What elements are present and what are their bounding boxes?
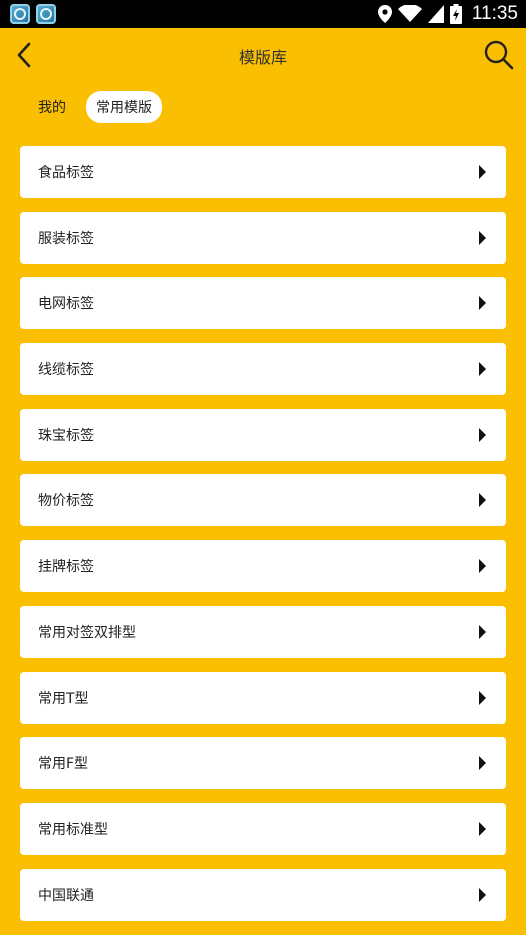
search-button[interactable] [482,38,516,72]
arrow-right-icon [479,362,486,377]
app-notification-icon [36,4,56,24]
list-item-power-grid-label[interactable]: 电网标签 [20,277,506,330]
list-item-label: 服装标签 [38,230,94,247]
list-item-label: 挂牌标签 [38,559,94,576]
list-item-f-type[interactable]: 常用F型 [20,737,506,790]
location-icon [377,5,392,23]
list-item-label: 常用T型 [38,690,89,707]
arrow-right-icon [479,821,486,836]
list-item-clothing-label[interactable]: 服装标签 [20,211,506,264]
status-bar: 11:35 [0,0,526,28]
tab-mine[interactable]: 我的 [28,91,76,123]
list-item-label: 珠宝标签 [38,427,94,444]
list-item-food-label[interactable]: 食品标签 [20,146,506,198]
search-icon [484,40,514,70]
arrow-right-icon [479,296,486,311]
list-item-double-row-type[interactable]: 常用对签双排型 [20,605,506,658]
arrow-right-icon [479,624,486,639]
list-item-t-type[interactable]: 常用T型 [20,671,506,724]
battery-icon [449,4,462,24]
arrow-right-icon [479,559,486,574]
status-icons: 11:35 [377,0,518,28]
page-title: 模版库 [238,48,287,67]
list-item-label: 常用对签双排型 [38,624,136,641]
list-item-price-label[interactable]: 物价标签 [20,474,506,527]
list-item-hang-tag-label[interactable]: 挂牌标签 [20,540,506,593]
list-item-jewelry-label[interactable]: 珠宝标签 [20,408,506,461]
top-bar: 模版库 [0,28,526,84]
list-item-label: 线缆标签 [38,362,94,379]
list-item-label: 食品标签 [38,165,94,181]
arrow-right-icon [479,230,486,245]
arrow-right-icon [479,756,486,771]
list-item-label: 常用标准型 [38,821,108,838]
list-item-label: 物价标签 [38,493,94,510]
signal-icon [427,5,444,23]
list-item-label: 中国联通 [38,887,94,904]
list-item-china-unicom[interactable]: 中国联通 [20,868,506,921]
template-list: 食品标签 服装标签 电网标签 线缆标签 珠宝标签 物价标签 挂牌标签 常用对签双… [20,146,506,934]
list-item-label: 常用F型 [38,756,89,773]
arrow-right-icon [479,427,486,442]
wifi-icon [397,5,422,22]
list-item-label: 电网标签 [38,296,94,313]
arrow-right-icon [479,887,486,902]
list-item-standard-type[interactable]: 常用标准型 [20,802,506,855]
app-notification-icon [10,4,30,24]
status-time: 11:35 [471,3,518,24]
tab-common-templates[interactable]: 常用模版 [86,91,162,123]
list-item-cable-label[interactable]: 线缆标签 [20,343,506,396]
template-tabs: 我的 常用模版 [28,91,162,123]
arrow-right-icon [479,493,486,508]
arrow-right-icon [479,165,486,179]
arrow-right-icon [479,690,486,705]
